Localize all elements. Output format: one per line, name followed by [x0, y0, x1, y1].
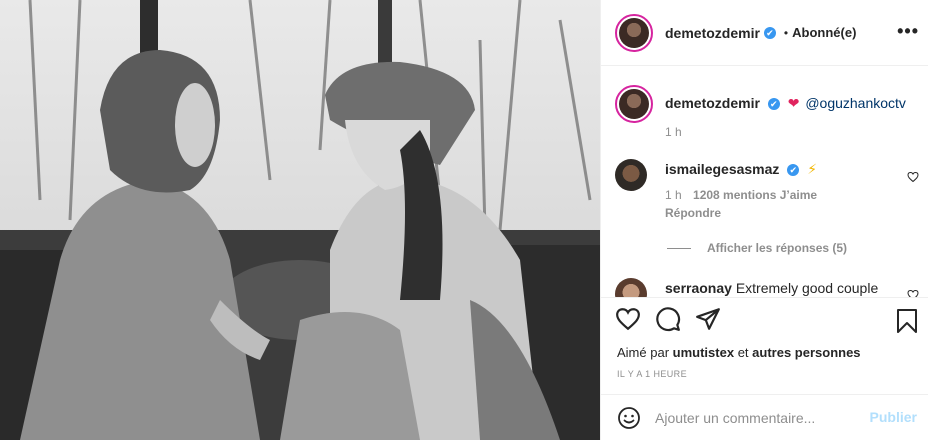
author-username[interactable]: demetozdemir [665, 25, 760, 41]
emoji-smiley-icon[interactable] [617, 406, 641, 430]
bookmark-icon[interactable] [895, 308, 919, 334]
view-replies-label: Afficher les réponses (5) [707, 241, 848, 255]
share-paper-plane-icon[interactable] [695, 306, 721, 332]
commenter-avatar[interactable] [615, 159, 647, 191]
comment-like-heart-icon[interactable] [907, 289, 919, 297]
post-header: demetozdemir ✔ • Abonné(e) ••• [601, 0, 928, 66]
comment-likes-count[interactable]: 1208 mentions J’aime [693, 188, 817, 202]
post-actions: Aimé par umutistex et autres personnes I… [601, 297, 928, 440]
more-dots-icon[interactable]: ••• [897, 22, 919, 40]
comment-item: ismailegesasmaz ✔ ⚡ 1 h 1208 mentions J’… [615, 159, 915, 220]
action-icons [615, 306, 735, 332]
couple-photo-image [0, 0, 600, 440]
commenter-avatar[interactable] [615, 278, 647, 297]
post-time-ago[interactable]: IL Y A 1 HEURE [617, 369, 687, 379]
comments-section: demetozdemir ✔ ❤ @oguzhankoctv 1 h ismai… [601, 67, 928, 297]
verified-badge-icon: ✔ [763, 26, 776, 39]
post-side-panel: demetozdemir ✔ • Abonné(e) ••• demetozde… [600, 0, 928, 440]
caption-author-avatar[interactable] [615, 85, 653, 123]
instagram-post: demetozdemir ✔ • Abonné(e) ••• demetozde… [0, 0, 928, 440]
lightning-emoji-icon: ⚡ [807, 161, 818, 177]
replies-divider [667, 247, 691, 249]
liked-by-user[interactable]: umutistex [673, 345, 734, 360]
red-heart-emoji-icon: ❤ [787, 95, 800, 111]
comment-input[interactable] [655, 410, 865, 426]
liked-by-conjunction: et [737, 345, 749, 360]
like-heart-icon[interactable] [615, 306, 641, 332]
liked-by-summary: Aimé par umutistex et autres personnes [617, 345, 861, 360]
commenter-username[interactable]: serraonay [665, 280, 732, 296]
follow-status-button[interactable]: Abonné(e) [792, 25, 856, 40]
comment-bubble-icon[interactable] [655, 306, 681, 332]
comment-item: serraonay Extremely good couple [615, 278, 915, 297]
caption-time[interactable]: 1 h [665, 125, 682, 139]
header-separator: • [783, 25, 789, 40]
publish-button[interactable]: Publier [870, 409, 917, 425]
comment-like-heart-icon[interactable] [907, 171, 919, 183]
commenter-username[interactable]: ismailegesasmaz [665, 161, 779, 177]
add-comment-bar: Publier [601, 394, 928, 440]
author-avatar[interactable] [615, 13, 653, 52]
comment-time[interactable]: 1 h [665, 188, 682, 202]
liked-by-others[interactable]: autres personnes [752, 345, 860, 360]
caption-username[interactable]: demetozdemir [665, 95, 760, 111]
post-caption: demetozdemir ✔ ❤ @oguzhankoctv [615, 85, 906, 123]
caption-mention-link[interactable]: @oguzhankoctv [805, 95, 906, 111]
verified-badge-icon: ✔ [767, 98, 780, 111]
reply-button[interactable]: Répondre [665, 206, 817, 220]
post-photo[interactable] [0, 0, 600, 440]
view-replies-button[interactable]: Afficher les réponses (5) [667, 241, 847, 255]
liked-by-prefix: Aimé par [617, 345, 670, 360]
verified-badge-icon: ✔ [787, 164, 800, 177]
comment-text: Extremely good couple [735, 280, 879, 296]
